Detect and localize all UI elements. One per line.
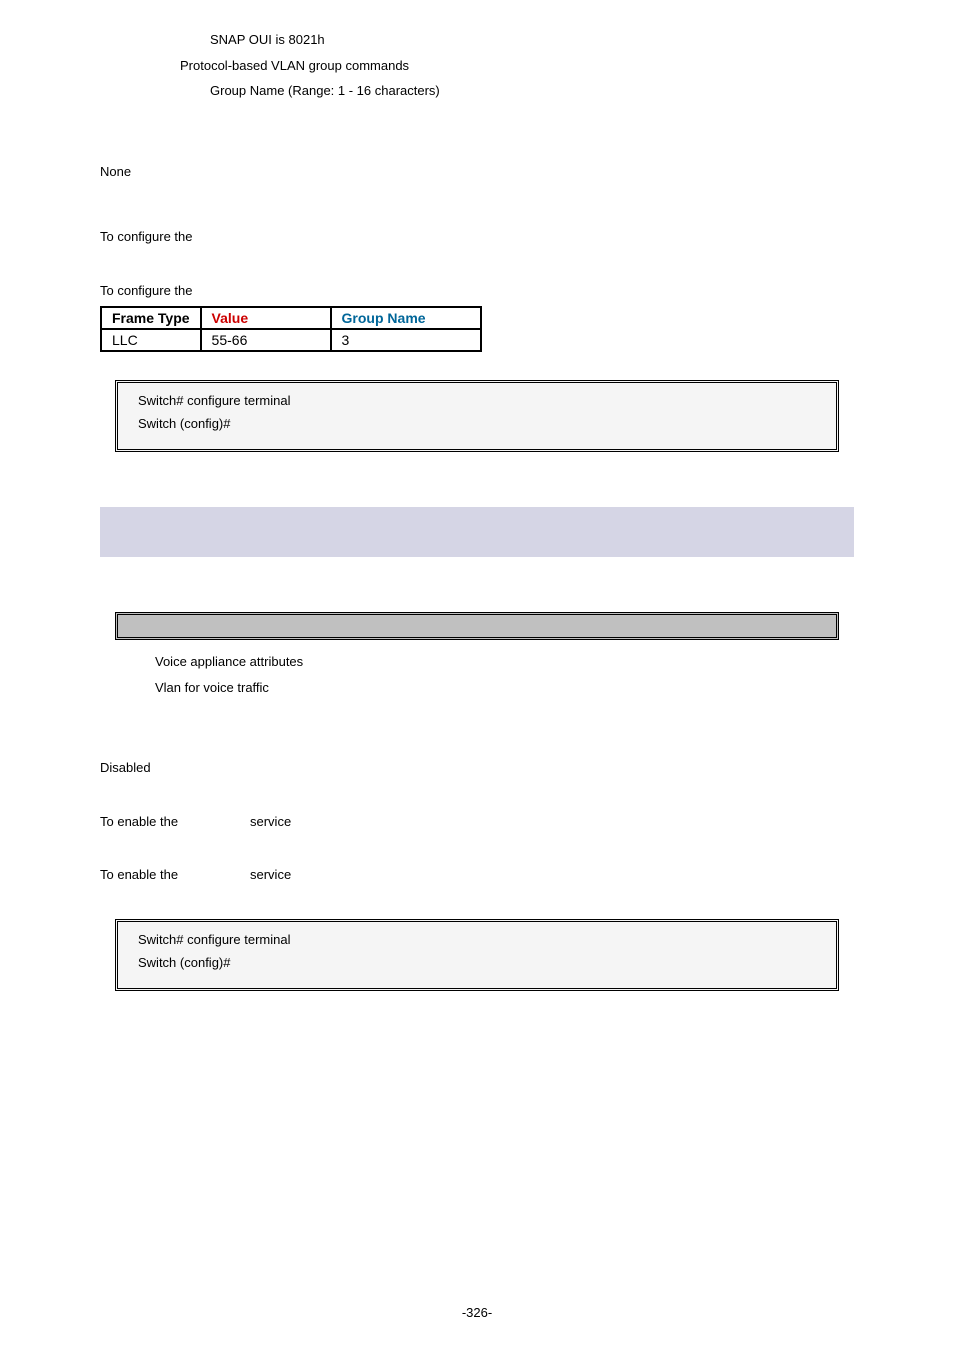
enable-suffix: service xyxy=(250,865,291,885)
enable-row-2: To enable the service xyxy=(100,865,854,885)
default-none: None xyxy=(100,162,854,182)
code-box-1: Switch# configure terminal Switch (confi… xyxy=(115,380,839,452)
to-configure-1: To configure the xyxy=(100,227,854,247)
section-bar xyxy=(100,507,854,557)
code-box-2: Switch# configure terminal Switch (confi… xyxy=(115,919,839,991)
param-protocol-group: Protocol-based VLAN group commands xyxy=(180,56,854,76)
voice-vlan: Vlan for voice traffic xyxy=(155,678,854,698)
page-number: -326- xyxy=(462,1305,492,1320)
frame-table: Frame Type Value Group Name LLC 55-66 3 xyxy=(100,306,482,352)
code-line: Switch# configure terminal xyxy=(138,932,816,947)
param-group-name: Group Name (Range: 1 - 16 characters) xyxy=(210,81,854,101)
td-frame-type: LLC xyxy=(101,329,201,351)
gray-bar xyxy=(115,612,839,640)
code-line: Switch (config)# xyxy=(138,416,816,431)
voice-attr: Voice appliance attributes xyxy=(155,652,854,672)
table-row: LLC 55-66 3 xyxy=(101,329,481,351)
enable-prefix: To enable the xyxy=(100,812,250,832)
th-frame-type: Frame Type xyxy=(101,307,201,329)
enable-prefix: To enable the xyxy=(100,865,250,885)
enable-suffix: service xyxy=(250,812,291,832)
td-value: 55-66 xyxy=(201,329,331,351)
enable-row-1: To enable the service xyxy=(100,812,854,832)
th-group-name: Group Name xyxy=(331,307,481,329)
code-line: Switch (config)# xyxy=(138,955,816,970)
code-line: Switch# configure terminal xyxy=(138,393,816,408)
td-group-name: 3 xyxy=(331,329,481,351)
th-value: Value xyxy=(201,307,331,329)
to-configure-2: To configure the xyxy=(100,281,854,301)
param-snap-oui: SNAP OUI is 8021h xyxy=(210,30,854,50)
disabled-label: Disabled xyxy=(100,758,854,778)
